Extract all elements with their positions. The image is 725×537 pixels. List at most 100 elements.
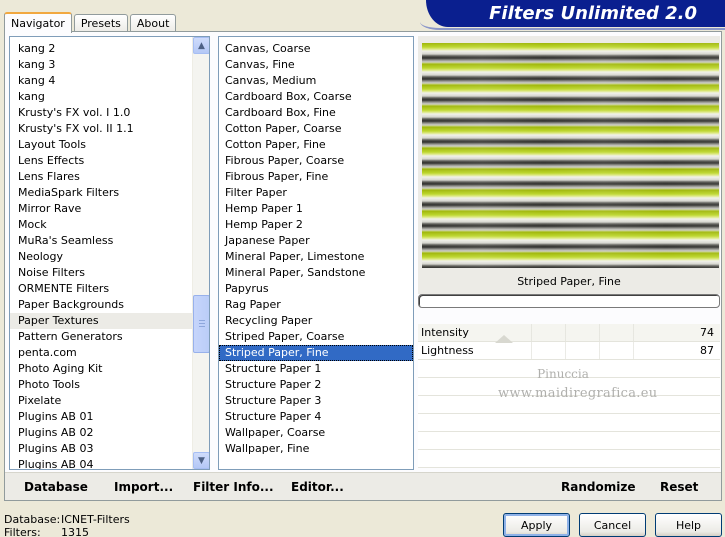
bottom-toolbar: Database Import... Filter Info... Editor… <box>5 472 721 500</box>
filter-item[interactable]: Fibrous Paper, Fine <box>219 169 413 185</box>
filter-item[interactable]: Structure Paper 2 <box>219 377 413 393</box>
filter-list[interactable]: Canvas, Coarse Canvas, Fine Canvas, Medium… <box>218 36 414 470</box>
app-title: Filters Unlimited 2.0 <box>489 3 697 24</box>
tab-navigator[interactable]: Navigator <box>4 12 72 33</box>
filter-item[interactable]: Recycling Paper <box>219 313 413 329</box>
database-button[interactable]: Database <box>24 480 88 494</box>
filter-item[interactable]: Rag Paper <box>219 297 413 313</box>
editor-button[interactable]: Editor... <box>291 480 344 494</box>
filter-item[interactable]: Wallpaper, Coarse <box>219 425 413 441</box>
category-item[interactable]: Paper Textures <box>10 313 209 329</box>
category-scrollbar[interactable]: ▲ ▼ <box>192 37 209 469</box>
slider-ticks <box>498 324 660 341</box>
category-item[interactable]: Paper Backgrounds <box>10 297 209 313</box>
category-item[interactable]: Noise Filters <box>10 265 209 281</box>
category-item[interactable]: Krusty's FX vol. I 1.0 <box>10 105 209 121</box>
filter-item[interactable]: Striped Paper, Fine <box>219 345 413 361</box>
tab-about[interactable]: About <box>129 14 177 32</box>
slider-ticks <box>498 342 660 359</box>
filter-item[interactable]: Structure Paper 4 <box>219 409 413 425</box>
randomize-button[interactable]: Randomize <box>561 480 635 494</box>
category-item[interactable]: Lens Effects <box>10 153 209 169</box>
grip-line <box>199 326 205 327</box>
category-item[interactable]: Lens Flares <box>10 169 209 185</box>
filter-item[interactable]: Wallpaper, Fine <box>219 441 413 457</box>
category-item[interactable]: MediaSpark Filters <box>10 185 209 201</box>
database-label: Database: <box>4 513 61 526</box>
category-item[interactable]: Plugins AB 01 <box>10 409 209 425</box>
category-item[interactable]: penta.com <box>10 345 209 361</box>
filters-count: 1315 <box>61 526 89 537</box>
scroll-down-icon[interactable]: ▼ <box>193 452 209 469</box>
preview-image <box>422 43 719 268</box>
navigator-panel: kang 2 kang 3 kang 4 kang Krusty's FX vol. I… <box>4 31 722 501</box>
scroll-thumb[interactable] <box>193 295 209 353</box>
param-value: 74 <box>700 326 714 339</box>
filter-item[interactable]: Structure Paper 1 <box>219 361 413 377</box>
reset-button[interactable]: Reset <box>660 480 698 494</box>
category-item[interactable]: Neology <box>10 249 209 265</box>
filter-items: Canvas, Coarse Canvas, Fine Canvas, Medium… <box>219 41 413 457</box>
filter-item[interactable]: Cotton Paper, Coarse <box>219 121 413 137</box>
filter-item[interactable]: Japanese Paper <box>219 233 413 249</box>
category-item[interactable]: Layout Tools <box>10 137 209 153</box>
category-list[interactable]: kang 2 kang 3 kang 4 kang Krusty's FX vol. I… <box>9 36 210 470</box>
apply-button[interactable]: Apply <box>503 513 570 537</box>
param-name: Lightness <box>421 344 474 357</box>
param-row-empty <box>418 450 720 468</box>
filter-item[interactable]: Fibrous Paper, Coarse <box>219 153 413 169</box>
filter-item[interactable]: Mineral Paper, Limestone <box>219 249 413 265</box>
category-item[interactable]: Plugins AB 03 <box>10 441 209 457</box>
param-row-lightness[interactable]: Lightness 87 <box>418 342 720 360</box>
param-row-empty <box>418 432 720 450</box>
category-item[interactable]: Krusty's FX vol. II 1.1 <box>10 121 209 137</box>
slider-marker-icon <box>495 335 513 343</box>
filter-item[interactable]: Cardboard Box, Coarse <box>219 89 413 105</box>
filters-label: Filters: <box>4 526 41 537</box>
filter-item[interactable]: Striped Paper, Coarse <box>219 329 413 345</box>
tab-presets[interactable]: Presets <box>73 14 128 32</box>
import-button[interactable]: Import... <box>114 480 173 494</box>
category-item[interactable]: kang 2 <box>10 41 209 57</box>
scroll-up-icon[interactable]: ▲ <box>193 37 209 54</box>
watermark-name: Pinuccia <box>537 367 589 381</box>
category-item[interactable]: Mirror Rave <box>10 201 209 217</box>
filter-item[interactable]: Canvas, Fine <box>219 57 413 73</box>
filter-item[interactable]: Mineral Paper, Sandstone <box>219 265 413 281</box>
category-item[interactable]: ORMENTE Filters <box>10 281 209 297</box>
param-value: 87 <box>700 344 714 357</box>
category-item[interactable]: kang 4 <box>10 73 209 89</box>
category-item[interactable]: Pixelate <box>10 393 209 409</box>
category-item[interactable]: Plugins AB 02 <box>10 425 209 441</box>
progress-bar <box>418 294 720 308</box>
param-name: Intensity <box>421 326 469 339</box>
filter-item[interactable]: Cardboard Box, Fine <box>219 105 413 121</box>
filter-item[interactable]: Papyrus <box>219 281 413 297</box>
filter-item[interactable]: Canvas, Coarse <box>219 41 413 57</box>
filter-info-button[interactable]: Filter Info... <box>193 480 274 494</box>
filter-item[interactable]: Hemp Paper 1 <box>219 201 413 217</box>
database-value: ICNET-Filters <box>61 513 130 526</box>
category-item[interactable]: Mock <box>10 217 209 233</box>
category-item[interactable]: Pattern Generators <box>10 329 209 345</box>
cancel-button[interactable]: Cancel <box>579 513 646 537</box>
filter-item[interactable]: Cotton Paper, Fine <box>219 137 413 153</box>
status-info: Database: ICNET-Filters Filters: 1315 <box>4 513 130 537</box>
category-item[interactable]: kang 3 <box>10 57 209 73</box>
filter-item[interactable]: Filter Paper <box>219 185 413 201</box>
category-item[interactable]: kang <box>10 89 209 105</box>
help-button[interactable]: Help <box>655 513 722 537</box>
category-item[interactable]: Plugins AB 04 <box>10 457 209 469</box>
filter-item[interactable]: Hemp Paper 2 <box>219 217 413 233</box>
filter-item[interactable]: Structure Paper 3 <box>219 393 413 409</box>
param-row-empty <box>418 414 720 432</box>
grip-line <box>199 320 205 321</box>
category-item[interactable]: MuRa's Seamless <box>10 233 209 249</box>
grip-line <box>199 323 205 324</box>
preview-frame <box>418 36 720 270</box>
filter-item[interactable]: Canvas, Medium <box>219 73 413 89</box>
category-item[interactable]: Photo Tools <box>10 377 209 393</box>
tab-strip: Navigator Presets About <box>4 10 178 33</box>
category-item[interactable]: Photo Aging Kit <box>10 361 209 377</box>
param-row-intensity[interactable]: Intensity 74 <box>418 324 720 342</box>
